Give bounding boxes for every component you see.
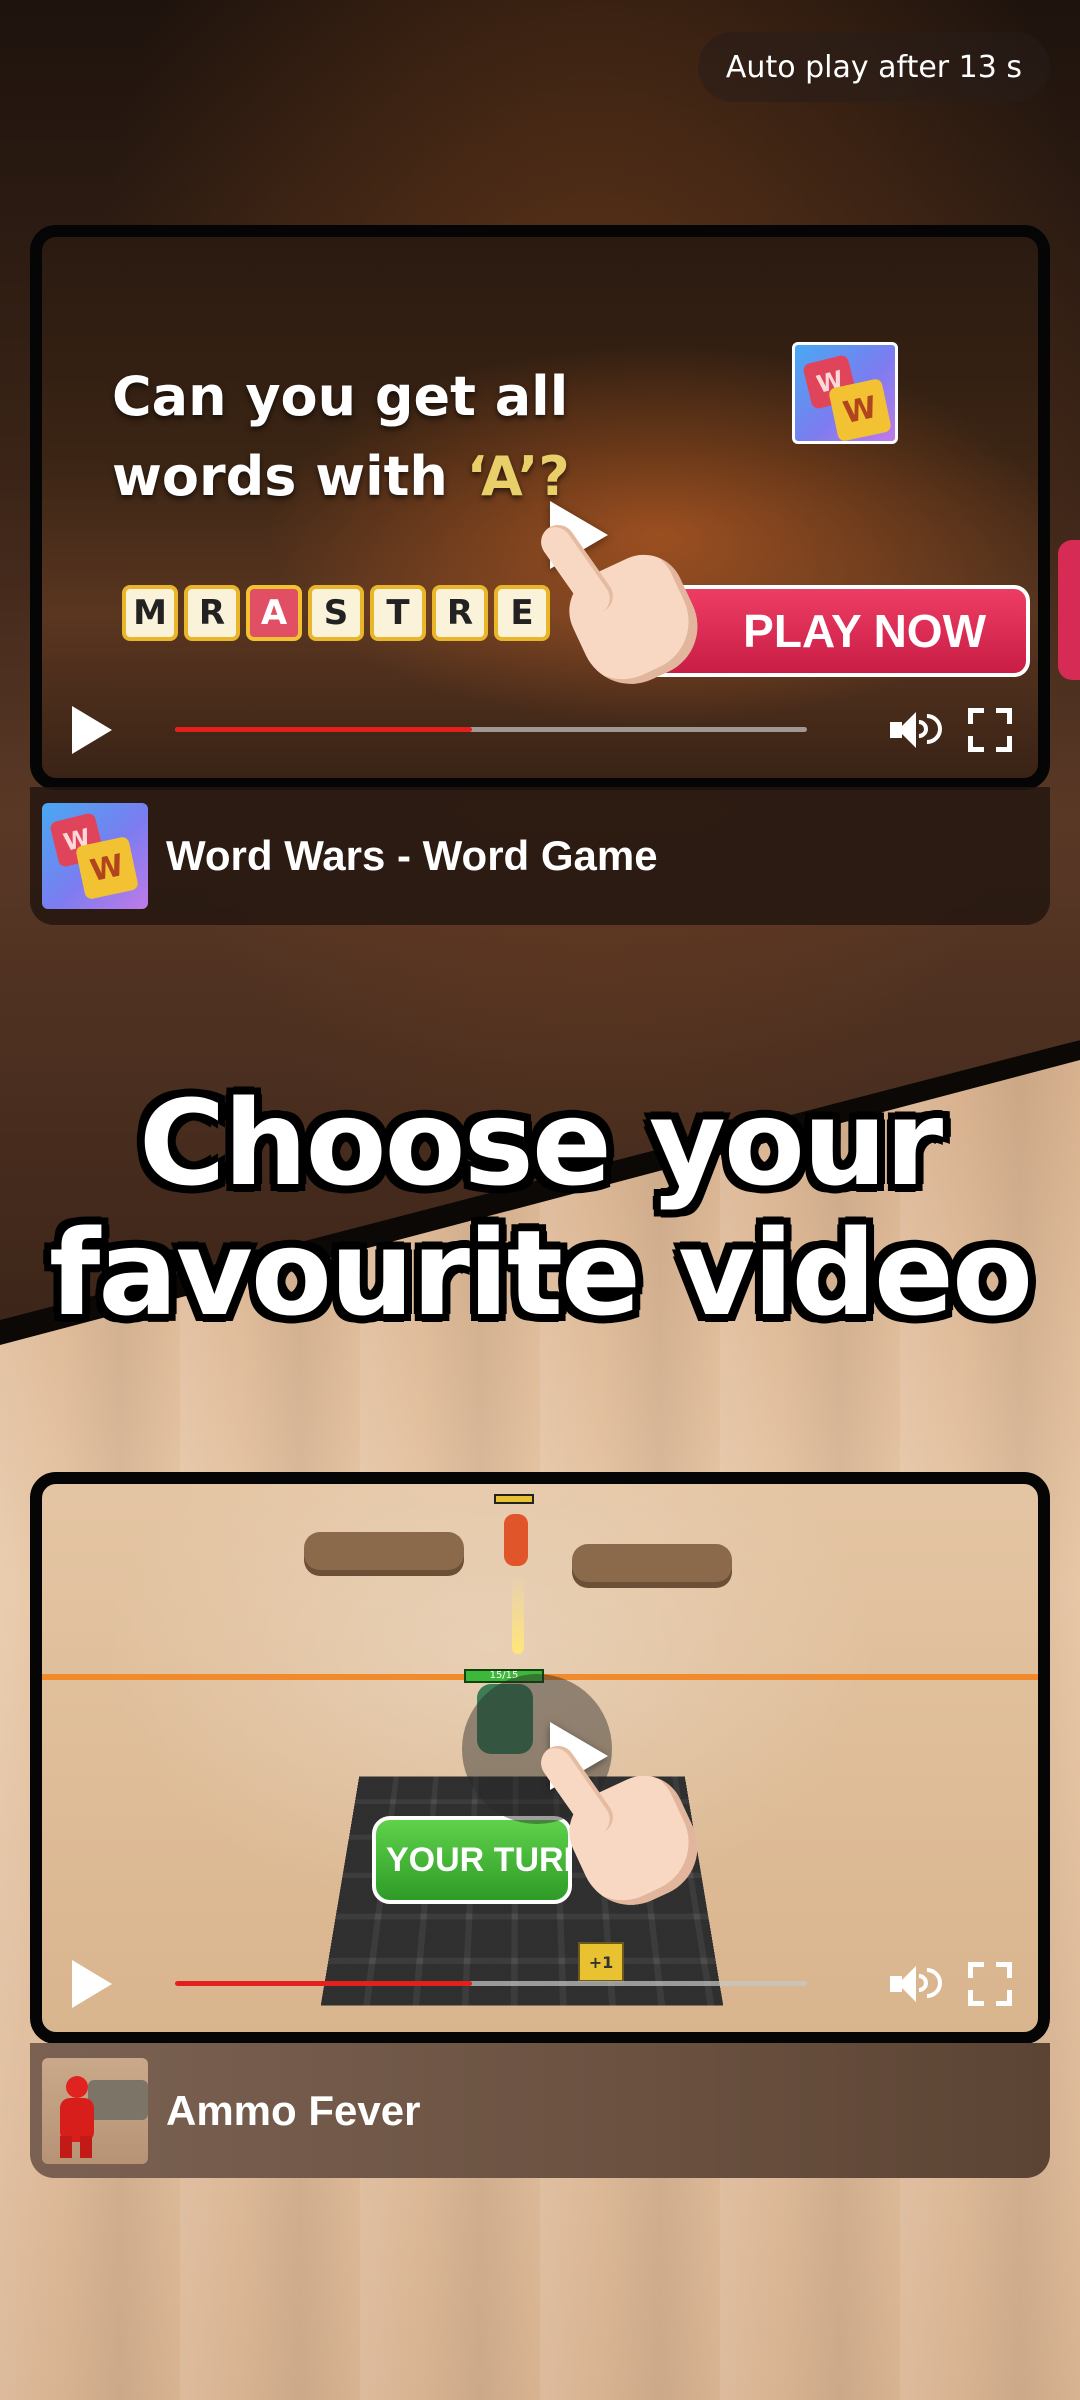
promo-line2: favourite video: [48, 1204, 1033, 1342]
video-headline: Can you get all words with ‘A’?: [112, 357, 570, 517]
fullscreen-icon[interactable]: [968, 708, 1012, 752]
letter-tiles: MRASTRE: [122, 585, 550, 641]
progress-fill: [175, 1981, 473, 1986]
autoplay-countdown: Auto play after 13 s: [697, 32, 1050, 102]
volume-icon[interactable]: [890, 1961, 949, 2005]
ad-card-word-wars[interactable]: Can you get all words with ‘A’? W W MRAS…: [30, 225, 1050, 925]
enemy-health-bar: [494, 1494, 534, 1504]
letter-tile: R: [432, 585, 488, 641]
video-player[interactable]: 15/15 YOUR TURN +1: [30, 1472, 1050, 2044]
play-icon[interactable]: [72, 706, 112, 754]
app-name: Ammo Fever: [166, 2086, 421, 2134]
promo-headline: Choose your favourite video: [0, 1078, 1080, 1338]
letter-tile: M: [122, 585, 178, 641]
video-player[interactable]: Can you get all words with ‘A’? W W MRAS…: [30, 225, 1050, 790]
your-turn-button[interactable]: YOUR TURN: [372, 1816, 572, 1904]
progress-fill: [175, 727, 473, 732]
letter-tile: A: [246, 585, 302, 641]
app-info-bar[interactable]: W W Word Wars - Word Game: [30, 787, 1050, 925]
side-accent: [1058, 540, 1080, 680]
progress-bar[interactable]: [175, 1981, 807, 1986]
ad-card-ammo-fever[interactable]: 15/15 YOUR TURN +1 Ammo Fever: [30, 1472, 1050, 2178]
sandbag-left: [304, 1532, 464, 1570]
app-name: Word Wars - Word Game: [166, 832, 658, 879]
volume-icon[interactable]: [890, 707, 949, 751]
fullscreen-icon[interactable]: [968, 1962, 1012, 2006]
progress-bar[interactable]: [175, 727, 807, 732]
ammo-fever-icon: [42, 2057, 148, 2164]
tile-w-yellow: W: [827, 377, 893, 441]
video-controls: [42, 1932, 1038, 2032]
letter-tile: E: [494, 585, 550, 641]
bullet-tracer: [512, 1574, 524, 1654]
letter-tile: S: [308, 585, 364, 641]
headline-accent: ‘A’?: [466, 445, 570, 508]
headline-line1: Can you get all: [112, 365, 569, 428]
letter-tile: R: [184, 585, 240, 641]
video-controls: [42, 678, 1038, 778]
app-info-bar[interactable]: Ammo Fever: [30, 2043, 1050, 2178]
sandbag-right: [572, 1544, 732, 1582]
headline-line2-prefix: words with: [112, 445, 467, 508]
letter-tile: T: [370, 585, 426, 641]
headline-line2: words with ‘A’?: [112, 437, 570, 517]
word-wars-icon: W W: [792, 342, 898, 444]
word-wars-icon: W W: [42, 803, 148, 909]
play-icon[interactable]: [72, 1960, 112, 2008]
enemy-soldier: [504, 1514, 528, 1566]
tile-w-yellow: W: [74, 835, 140, 901]
cannon-shape: [88, 2079, 148, 2120]
promo-line1: Choose your: [138, 1074, 943, 1212]
play-now-button[interactable]: PLAY NOW: [642, 585, 1030, 677]
